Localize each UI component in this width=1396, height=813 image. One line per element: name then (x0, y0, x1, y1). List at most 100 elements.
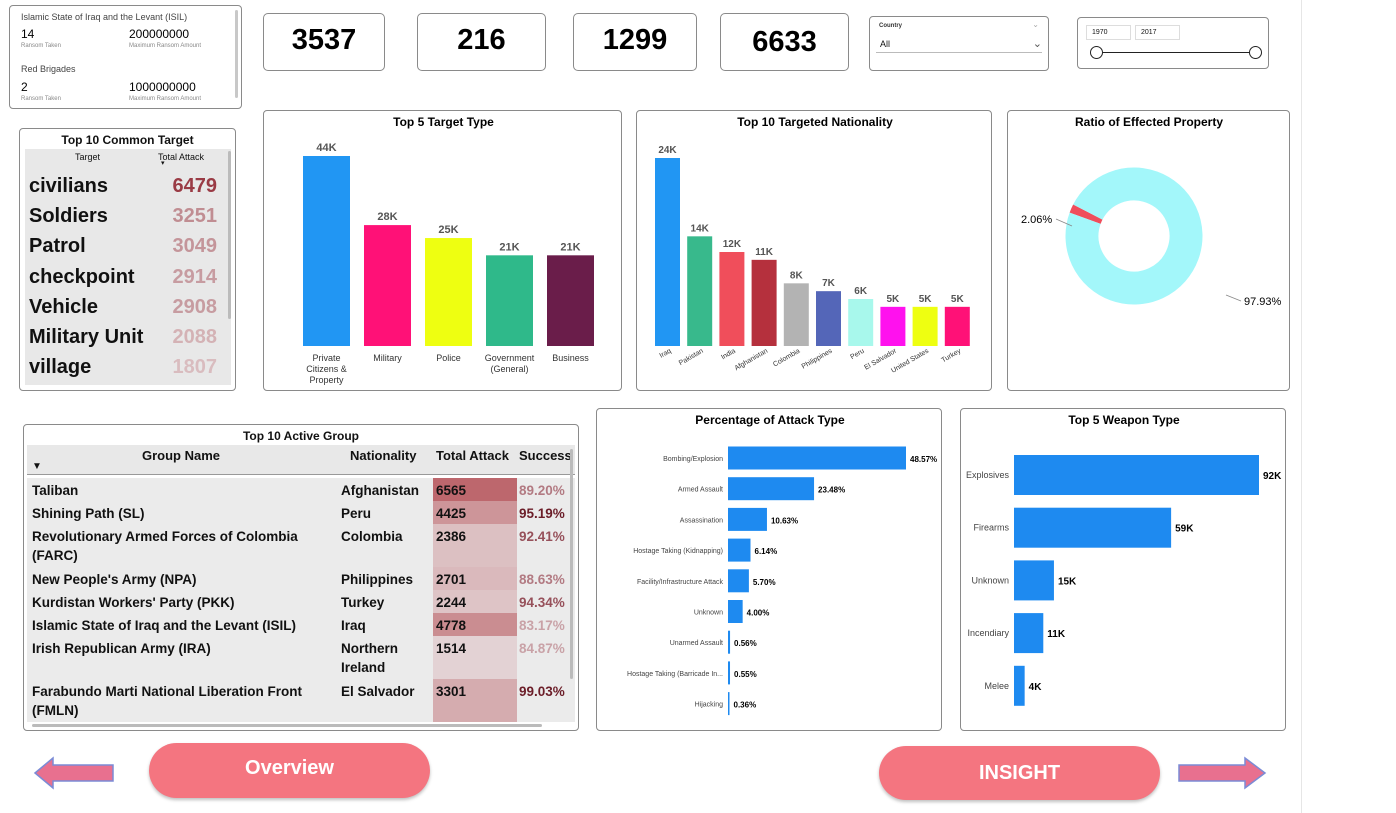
table-row[interactable]: Farabundo Marti National Liberation Fron… (27, 679, 575, 722)
y-tick-label: Melee (984, 681, 1009, 691)
y-tick-label: Explosives (966, 470, 1010, 480)
active-group-header: Group Name Nationality Total Attack Succ… (27, 445, 575, 475)
data-label: 11K (755, 247, 774, 258)
table-row[interactable]: New People's Army (NPA) Philippines 2701 88… (27, 567, 575, 590)
group-name: Islamic State of Iraq and the Levant (IS… (32, 618, 297, 633)
x-tick-label: Philippines (801, 347, 834, 370)
group-success-rate: 99.03% (519, 684, 565, 699)
bar (728, 600, 743, 623)
x-tick-label: Pakistan (678, 348, 705, 368)
target-name: village (29, 356, 92, 378)
chart-title: Top 10 Targeted Nationality (737, 115, 893, 129)
target-name: checkpoint (29, 266, 135, 288)
table-row[interactable]: Patrol 3049 (29, 235, 219, 265)
x-tick-label: Business (552, 353, 589, 363)
table-row[interactable]: Military Unit 2088 (29, 326, 219, 356)
group-nationality: El Salvador (341, 684, 415, 699)
country-select[interactable]: All (876, 36, 1042, 53)
table-row[interactable]: checkpoint 2914 (29, 266, 219, 296)
column-header-target[interactable]: Target (75, 152, 100, 162)
group-success-rate: 84.87% (519, 641, 565, 656)
table-row[interactable]: Kurdistan Workers' Party (PKK) Turkey 2244… (27, 590, 575, 613)
data-label: 48.57% (910, 455, 937, 464)
x-tick-label: Iraq (659, 348, 673, 360)
overview-button[interactable]: Overview (149, 743, 430, 798)
y-tick-label: Bombing/Explosion (663, 456, 723, 463)
column-header-total-attack[interactable]: Total Attack (436, 448, 509, 463)
year-slider-end-handle[interactable] (1249, 46, 1262, 59)
bar (944, 306, 970, 346)
active-group-vscroll[interactable] (570, 449, 573, 679)
bar (783, 283, 809, 346)
property-ratio-chart: Ratio of Effected Property 2.06% 97.93% (1007, 110, 1290, 391)
group-total-attack: 2701 (436, 572, 467, 587)
bar (425, 238, 472, 346)
bar (728, 569, 749, 593)
ransom-group-name: Islamic State of Iraq and the Levant (IS… (21, 12, 188, 22)
pie-slice (1065, 167, 1203, 305)
leader-line (1225, 294, 1242, 302)
x-tick-label: Turkey (940, 347, 962, 364)
column-header-group-name[interactable]: Group Name (142, 448, 220, 463)
table-row[interactable]: Revolutionary Armed Forces of Colombia (… (27, 524, 575, 567)
bar (1014, 507, 1172, 548)
ransom-taken-value: 14 (21, 27, 35, 41)
y-tick-label: Assassination (680, 517, 723, 524)
active-group-hscroll[interactable] (32, 724, 542, 727)
target-name: Vehicle (29, 296, 98, 318)
data-label: 21K (560, 241, 580, 253)
ransom-max-value: 1000000000 (129, 80, 196, 94)
table-row[interactable]: Islamic State of Iraq and the Levant (IS… (27, 613, 575, 636)
data-label: 24K (658, 145, 677, 156)
bar (364, 225, 411, 346)
data-label: 4K (1029, 682, 1043, 693)
forward-arrow-icon[interactable] (1177, 756, 1269, 790)
data-label: 21K (499, 241, 519, 253)
target-value: 6479 (172, 175, 218, 197)
table-row[interactable]: Irish Republican Army (IRA) Northern Irel… (27, 636, 575, 679)
target-value: 2088 (172, 326, 218, 348)
column-header-nationality[interactable]: Nationality (350, 448, 416, 463)
group-nationality: Philippines (341, 572, 414, 587)
data-label: 44K (316, 142, 336, 154)
year-slider-track[interactable] (1096, 52, 1257, 53)
sort-desc-icon[interactable]: ▾ (161, 159, 165, 167)
table-row[interactable]: Shining Path (SL) Peru 4425 95.19% (27, 501, 575, 524)
sort-desc-icon[interactable]: ▼ (32, 461, 42, 472)
table-row[interactable]: Taliban Afghanistan 6565 89.20% (27, 478, 575, 501)
data-label: 59K (1175, 524, 1194, 535)
group-total-attack: 2244 (436, 595, 467, 610)
table-row[interactable]: civilians 6479 (29, 175, 219, 205)
year-start-input[interactable]: 1970 (1086, 25, 1131, 40)
ransom-max-label: Maximum Ransom Amount (129, 43, 202, 49)
kpi-card: 216 (417, 13, 546, 71)
back-arrow-icon[interactable] (33, 756, 117, 790)
ransom-scrollbar[interactable] (235, 10, 238, 98)
year-end-input[interactable]: 2017 (1135, 25, 1180, 40)
table-row[interactable]: Soldiers 3251 (29, 205, 219, 235)
data-label: 10.63% (771, 516, 798, 525)
data-label: 25K (438, 224, 458, 236)
year-slider-start-handle[interactable] (1090, 46, 1103, 59)
chevron-down-icon: ⌄ (1032, 20, 1039, 29)
chevron-down-icon[interactable]: ⌄ (1033, 37, 1042, 50)
year-range-slicer: 1970 2017 (1077, 17, 1269, 69)
column-header-success[interactable]: Success (519, 448, 572, 463)
data-label: 6.14% (755, 547, 778, 556)
bar (486, 255, 533, 346)
table-row[interactable]: Vehicle 2908 (29, 296, 219, 326)
country-slicer[interactable]: Country ⌄ All ⌄ (869, 16, 1049, 71)
group-success-rate: 88.63% (519, 572, 565, 587)
y-tick-label: Incendiary (967, 628, 1009, 638)
kpi-card: 3537 (263, 13, 385, 71)
table-row[interactable]: village 1807 (29, 356, 219, 386)
group-name: Revolutionary Armed Forces of Colombia (… (32, 529, 298, 563)
insight-button[interactable]: INSIGHT (879, 746, 1160, 800)
target-name: Military Unit (29, 326, 144, 348)
group-name: Taliban (32, 483, 79, 498)
x-tick-label: Afghanistan (734, 348, 770, 373)
y-tick-label: Unknown (694, 610, 723, 617)
bar (912, 306, 938, 346)
group-name: Farabundo Marti National Liberation Fron… (32, 684, 302, 718)
common-target-scrollbar[interactable] (228, 151, 231, 319)
